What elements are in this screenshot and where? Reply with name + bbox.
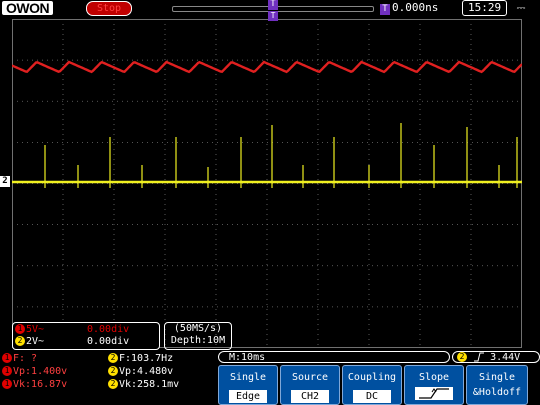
ch1-vp-value: Vp:1.400v bbox=[13, 366, 68, 377]
ch1-icon: 1 bbox=[2, 353, 12, 363]
channel-info-panel: 1 5V~ 0.00div 2 2V~ 0.00div bbox=[12, 322, 160, 350]
trigger-type-label: Single bbox=[229, 372, 267, 383]
trigger-position-icon: T bbox=[268, 0, 278, 10]
usb-icon: ⎓ bbox=[516, 1, 526, 14]
slope-rising-icon bbox=[415, 387, 453, 400]
ch1-frequency: 1 F: ? bbox=[2, 353, 37, 364]
ch1-info: 1 5V~ 0.00div bbox=[15, 324, 129, 336]
trigger-level-value: 3.44V bbox=[490, 352, 521, 363]
trigger-time-icon: T bbox=[380, 4, 390, 15]
trigger-time-readout: T 0.000ns bbox=[380, 1, 439, 15]
timebase-readout: M:10ms bbox=[218, 351, 450, 363]
waveform-grid bbox=[12, 19, 522, 348]
ch2-icon: 2 bbox=[15, 336, 25, 346]
run-stop-indicator[interactable]: Stop bbox=[86, 1, 132, 16]
trigger-time-value: 0.000ns bbox=[392, 1, 439, 14]
ch2-info: 2 2V~ 0.00div bbox=[15, 336, 129, 348]
clock: 15:29 bbox=[462, 0, 508, 16]
ch2-icon: 2 bbox=[108, 379, 118, 389]
trigger-slope-button[interactable]: Slope bbox=[404, 365, 464, 405]
ch1-frequency-value: F: ? bbox=[13, 353, 38, 364]
trigger-source-label: Source bbox=[291, 372, 329, 383]
trigger-source-button[interactable]: Source CH2 bbox=[280, 365, 340, 405]
trigger-coupling-button[interactable]: Coupling DC bbox=[342, 365, 402, 405]
ch1-vp: 1 Vp:1.400v bbox=[2, 366, 67, 377]
sample-info-panel: (50MS/s) Depth:10M bbox=[164, 322, 232, 350]
ch1-position: 0.00div bbox=[87, 324, 130, 335]
brand-logo: OWON bbox=[2, 1, 54, 15]
ch2-icon: 2 bbox=[108, 366, 118, 376]
ch1-vk: 1 Vk:16.87v bbox=[2, 379, 67, 390]
ch2-vp-value: Vp:4.480v bbox=[119, 366, 174, 377]
ch2-position: 0.00div bbox=[87, 336, 130, 347]
ch1-trace bbox=[12, 60, 522, 74]
trigger-type-button[interactable]: Single Edge bbox=[218, 365, 278, 405]
trigger-coupling-value: DC bbox=[353, 390, 391, 403]
trigger-holdoff-sublabel: &Holdoff bbox=[472, 387, 522, 398]
ch2-vp: 2 Vp:4.480v bbox=[108, 366, 173, 377]
trigger-coupling-label: Coupling bbox=[347, 372, 397, 383]
trigger-holdoff-button[interactable]: Single &Holdoff bbox=[466, 365, 528, 405]
rising-edge-icon bbox=[474, 352, 485, 362]
trigger-position-marker-icon: T bbox=[268, 11, 278, 21]
ch2-vk-value: Vk:258.1mv bbox=[119, 379, 180, 390]
ch2-icon: 2 bbox=[108, 353, 118, 363]
ch1-icon: 1 bbox=[2, 366, 12, 376]
ch1-icon: 1 bbox=[15, 324, 25, 334]
trigger-type-value: Edge bbox=[229, 390, 267, 403]
record-depth: Depth:10M bbox=[170, 335, 226, 346]
trigger-source-icon: 2 bbox=[457, 352, 467, 362]
ch2-scale: 2V~ bbox=[26, 336, 45, 347]
ch1-scale: 5V~ bbox=[26, 324, 45, 335]
trigger-holdoff-label: Single bbox=[478, 372, 516, 383]
trigger-source-value: CH2 bbox=[291, 390, 329, 403]
ch2-vk: 2 Vk:258.1mv bbox=[108, 379, 179, 390]
ch2-level-marker: 2 bbox=[0, 176, 10, 187]
ch1-icon: 1 bbox=[2, 379, 12, 389]
trigger-level-readout: 2 3.44V bbox=[452, 351, 540, 363]
trigger-slope-label: Slope bbox=[418, 372, 450, 383]
ch2-frequency-value: F:103.7Hz bbox=[119, 353, 174, 364]
measurement-panel: 1 F: ? 1 Vp:1.400v 1 Vk:16.87v 2 F:103.7Hz 2… bbox=[0, 351, 214, 405]
sample-rate: (50MS/s) bbox=[173, 323, 223, 334]
ch2-frequency: 2 F:103.7Hz bbox=[108, 353, 173, 364]
ch1-vk-value: Vk:16.87v bbox=[13, 379, 68, 390]
